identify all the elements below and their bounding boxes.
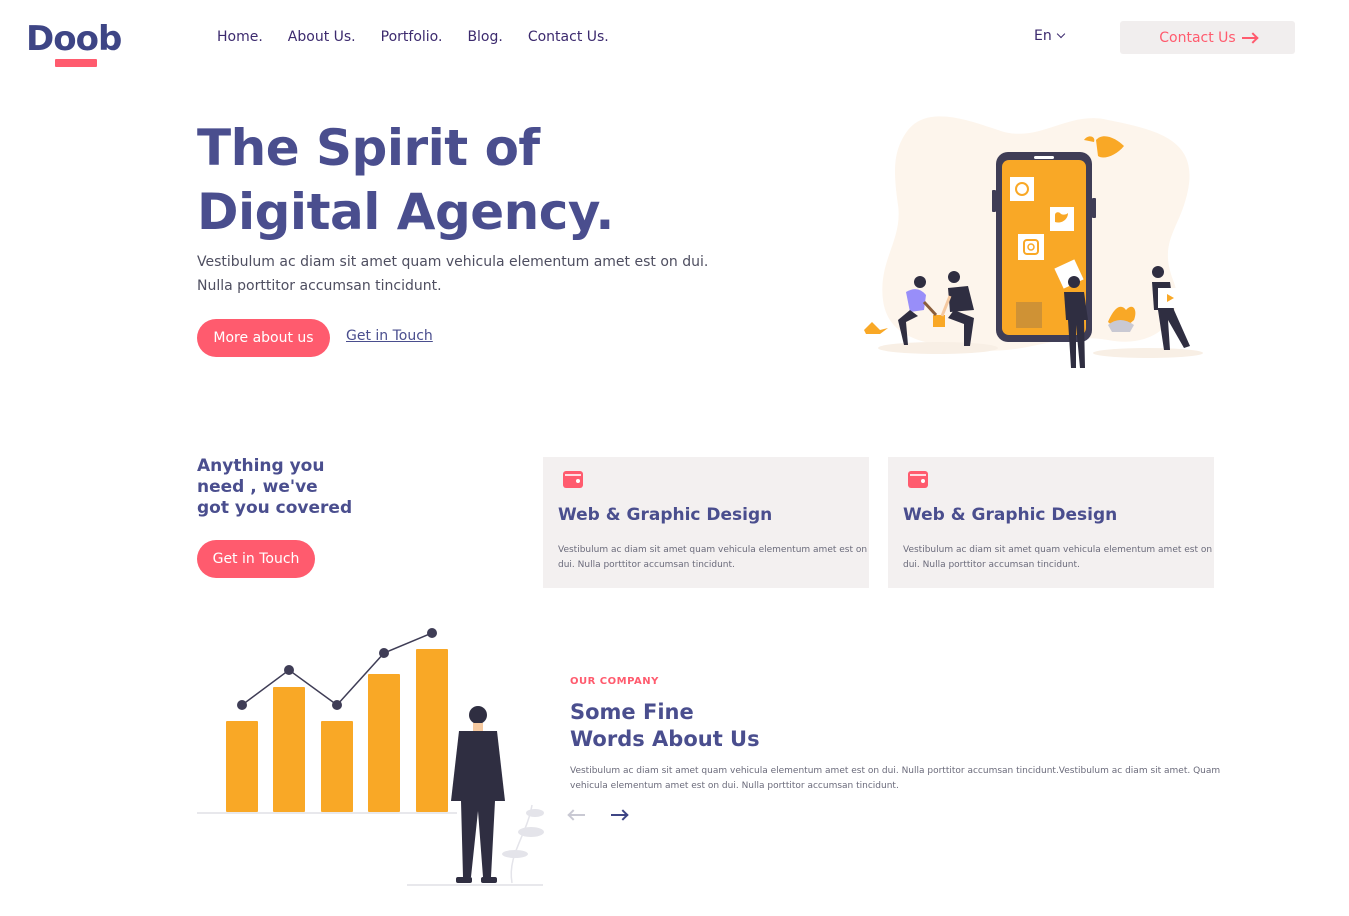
services-heading-line3: got you covered — [197, 498, 353, 518]
main-nav: Home. About Us. Portfolio. Blog. Contact… — [217, 27, 609, 47]
hero-subtitle-line2: Nulla porttitor accumsan tincidunt. — [197, 278, 442, 294]
service-card[interactable]: Web & Graphic Design Vestibulum ac diam … — [543, 457, 869, 588]
logo-text: Doob — [26, 19, 122, 59]
contact-us-label: Contact Us — [1159, 29, 1236, 46]
get-in-touch-button[interactable]: Get in Touch — [197, 540, 315, 578]
wallet-icon — [563, 471, 583, 488]
more-about-us-button[interactable]: More about us — [197, 319, 330, 357]
nav-home[interactable]: Home. — [217, 27, 263, 47]
company-title: Some Fine Words About Us — [570, 699, 870, 753]
company-text: Vestibulum ac diam sit amet quam vehicul… — [570, 766, 1221, 791]
service-card-title: Web & Graphic Design — [558, 505, 773, 525]
nav-portfolio[interactable]: Portfolio. — [381, 27, 443, 47]
company-title-line2: Words About Us — [570, 727, 760, 751]
chart-point — [237, 700, 247, 710]
wallet-icon — [908, 471, 928, 488]
chart-bar — [368, 674, 400, 812]
arrow-right-icon[interactable] — [611, 814, 626, 816]
services-heading-line2: need , we've — [197, 477, 318, 497]
contact-us-button[interactable]: Contact Us — [1120, 21, 1295, 54]
services-heading-line1: Anything you — [197, 456, 325, 476]
chart-point — [427, 628, 437, 638]
chart-point — [379, 648, 389, 658]
growth-chart-illustration — [197, 628, 544, 886]
hero-title: The Spirit of Digital Agency. — [197, 116, 757, 244]
arrow-right-icon — [1241, 36, 1256, 39]
service-card-title: Web & Graphic Design — [903, 505, 1118, 525]
chart-point — [332, 700, 342, 710]
chart-trend-line — [241, 632, 433, 707]
chevron-down-icon — [1056, 29, 1065, 39]
facebook-tile — [933, 315, 945, 327]
company-label: OUR COMPANY — [570, 676, 659, 687]
nav-blog[interactable]: Blog. — [467, 27, 502, 47]
hero-subtitle: Vestibulum ac diam sit amet quam vehicul… — [197, 250, 717, 298]
carousel-controls — [570, 814, 626, 816]
instagram-tile — [1018, 234, 1044, 260]
company-title-line1: Some Fine — [570, 700, 694, 724]
pinterest-tile — [1010, 177, 1034, 201]
service-card[interactable]: Web & Graphic Design Vestibulum ac diam … — [888, 457, 1214, 588]
hero-illustration — [864, 116, 1203, 368]
arrow-left-icon[interactable] — [570, 814, 585, 816]
chart-bar — [416, 649, 448, 812]
hero-subtitle-line1: Vestibulum ac diam sit amet quam vehicul… — [197, 254, 709, 270]
language-label: En — [1034, 28, 1052, 44]
hero-title-line2: Digital Agency. — [197, 183, 614, 241]
services-heading: Anything you need , we've got you covere… — [197, 456, 397, 519]
service-card-text: Vestibulum ac diam sit amet quam vehicul… — [558, 545, 868, 570]
chart-bar — [273, 687, 305, 812]
chart-bar — [226, 721, 258, 812]
language-selector[interactable]: En — [1034, 28, 1065, 44]
chart-point — [284, 665, 294, 675]
service-card-text: Vestibulum ac diam sit amet quam vehicul… — [903, 545, 1213, 570]
nav-contact[interactable]: Contact Us. — [528, 27, 609, 47]
get-in-touch-link[interactable]: Get in Touch — [346, 328, 433, 344]
hero-title-line1: The Spirit of — [197, 119, 540, 177]
chart-bar — [321, 721, 353, 812]
standing-person — [451, 706, 505, 883]
nav-about[interactable]: About Us. — [288, 27, 356, 47]
logo-underline — [55, 59, 97, 67]
logo[interactable]: Doob — [26, 19, 122, 59]
